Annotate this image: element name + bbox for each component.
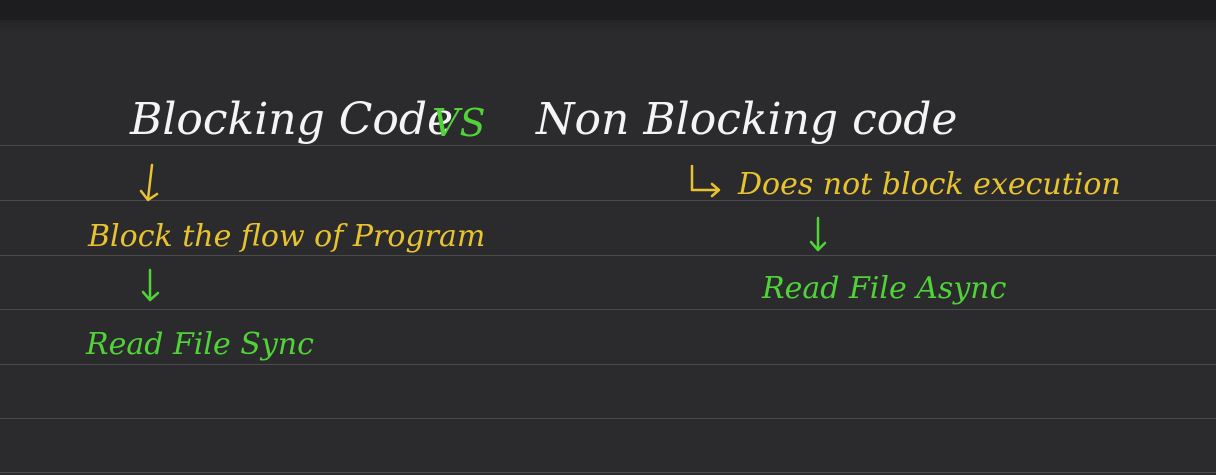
hook-arrow-icon [690,164,721,198]
left-example: Read File Sync [86,327,314,362]
title-vs: VS [432,101,486,145]
ruled-line [0,364,1216,365]
right-example: Read File Async [762,271,1007,306]
notebook-canvas: Blocking Code VS Non Blocking code Block… [0,0,1216,475]
title-blocking-code: Blocking Code [130,94,454,145]
down-arrow-icon [809,216,827,252]
ruled-line [0,255,1216,256]
ruled-line [0,309,1216,310]
left-description: Block the flow of Program [88,219,486,254]
toolbar-shadow [0,20,1216,32]
ruled-line [0,145,1216,146]
ruled-line [0,472,1216,473]
ruled-line [0,418,1216,419]
top-toolbar-strip [0,0,1216,20]
right-description: Does not block execution [738,167,1121,202]
down-arrow-icon [139,163,159,202]
down-arrow-icon [141,268,160,302]
title-non-blocking-code: Non Blocking code [536,94,958,145]
